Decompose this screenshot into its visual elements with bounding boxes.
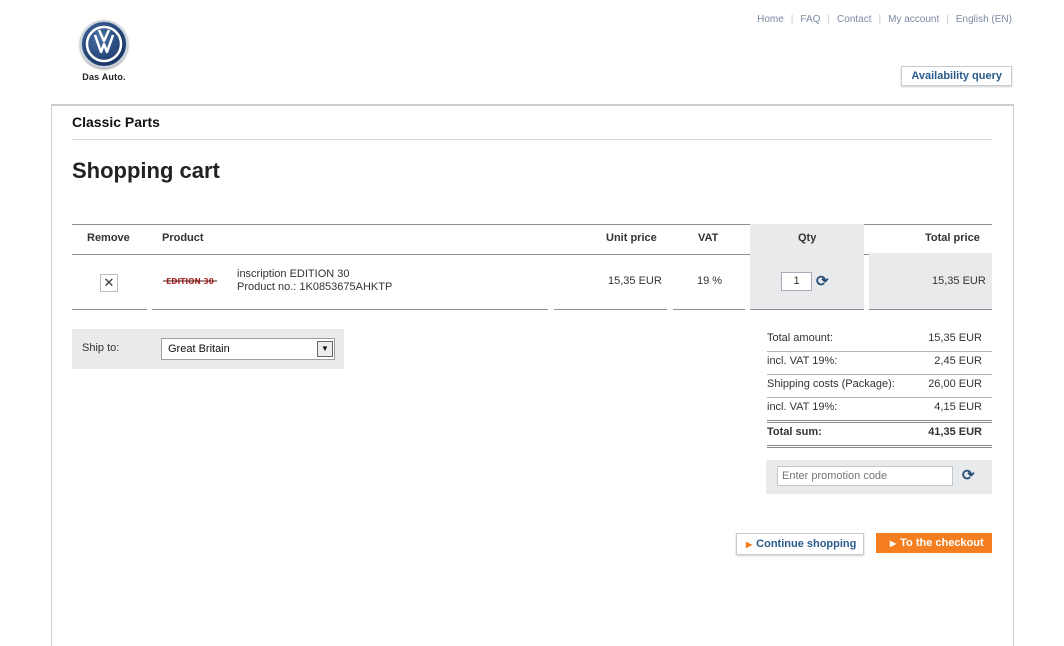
brand-tagline: Das Auto.	[82, 72, 126, 82]
continue-shopping-button[interactable]: ▶ Continue shopping	[736, 533, 864, 555]
nav-separator: |	[878, 14, 882, 25]
chevron-down-icon[interactable]: ▼	[317, 341, 333, 357]
shipping-value: 26,00 EUR	[928, 378, 982, 390]
total-price: 15,35 EUR	[932, 275, 986, 287]
vw-logo[interactable]: Das Auto.	[80, 20, 128, 82]
shipping-label: Shipping costs (Package):	[767, 378, 895, 390]
nav-separator: |	[946, 14, 949, 25]
top-navigation: Home | FAQ | Contact | My account | English (EN)	[757, 14, 1012, 25]
total-sum-row: Total sum: 41,35 EUR	[767, 423, 992, 448]
product-thumbnail: EDITION 30	[163, 277, 217, 285]
shipping-row: Shipping costs (Package): 26,00 EUR	[767, 375, 992, 398]
order-totals: Total amount: 15,35 EUR incl. VAT 19%: 2…	[767, 329, 992, 448]
availability-query-button[interactable]: Availability query	[901, 66, 1012, 86]
total-sum-value: 41,35 EUR	[928, 426, 982, 438]
caret-right-icon: ▶	[746, 540, 753, 549]
close-icon: ✕	[103, 275, 115, 290]
continue-shopping-label: Continue shopping	[756, 538, 857, 550]
ship-to-label: Ship to:	[82, 342, 120, 354]
unit-price: 15,35 EUR	[608, 275, 662, 287]
refresh-icon[interactable]: ⟳	[962, 466, 975, 484]
shipping-vat-label: incl. VAT 19%:	[767, 401, 838, 413]
product-number: Product no.: 1K0853675AHKTP	[237, 281, 393, 293]
column-header-product: Product	[162, 232, 204, 244]
refresh-icon[interactable]: ⟳	[816, 272, 829, 290]
column-header-vat: VAT	[698, 232, 719, 244]
vat-label: incl. VAT 19%:	[767, 355, 838, 367]
vw-logo-icon	[80, 20, 128, 68]
nav-separator: |	[827, 14, 831, 25]
caret-right-icon: ▶	[890, 539, 897, 548]
page-title: Shopping cart	[72, 158, 220, 183]
nav-separator: |	[790, 14, 794, 25]
total-amount-label: Total amount:	[767, 332, 834, 344]
promotion-panel: ⟳	[766, 460, 992, 494]
ship-to-select[interactable]: Great Britain ▼	[161, 338, 335, 360]
total-amount-row: Total amount: 15,35 EUR	[767, 329, 992, 352]
nav-contact[interactable]: Contact	[837, 14, 871, 25]
ship-to-value: Great Britain	[168, 343, 230, 355]
nav-language[interactable]: English (EN)	[956, 14, 1012, 25]
shipping-vat-row: incl. VAT 19%: 4,15 EUR	[767, 398, 992, 423]
column-header-unit-price: Unit price	[606, 232, 657, 244]
shipping-vat-value: 4,15 EUR	[934, 401, 982, 413]
checkout-button[interactable]: ▶ To the checkout	[876, 533, 992, 553]
vat-rate: 19 %	[697, 275, 723, 287]
remove-item-button[interactable]: ✕	[100, 274, 118, 292]
nav-home[interactable]: Home	[757, 14, 784, 25]
promotion-code-input[interactable]	[777, 466, 953, 486]
checkout-label: To the checkout	[900, 537, 984, 549]
vat-row: incl. VAT 19%: 2,45 EUR	[767, 352, 992, 375]
divider	[72, 139, 992, 140]
product-name[interactable]: inscription EDITION 30	[237, 268, 349, 280]
total-amount-value: 15,35 EUR	[928, 332, 982, 344]
column-header-total: Total price	[925, 232, 980, 244]
nav-my-account[interactable]: My account	[888, 14, 939, 25]
section-title: Classic Parts	[72, 114, 160, 130]
column-header-qty: Qty	[798, 232, 817, 244]
column-header-remove: Remove	[87, 232, 130, 244]
nav-faq[interactable]: FAQ	[800, 14, 820, 25]
total-sum-label: Total sum:	[767, 426, 822, 438]
vat-value: 2,45 EUR	[934, 355, 982, 367]
quantity-input[interactable]: 1	[781, 272, 812, 291]
ship-to-panel: Ship to: Great Britain ▼	[72, 329, 344, 369]
